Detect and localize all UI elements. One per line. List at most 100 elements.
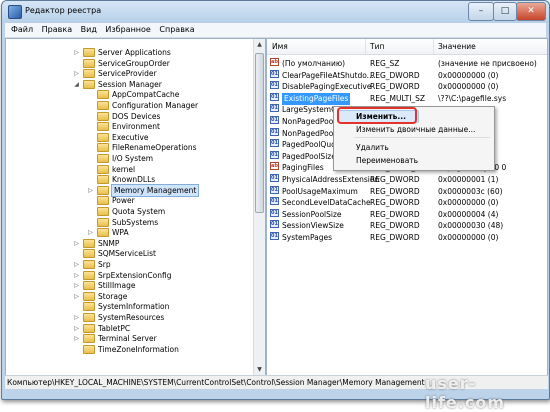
tree-expander-icon[interactable] bbox=[73, 346, 80, 353]
registry-tree[interactable]: ▲ ▼ ▷ Server Applications ServiceGroupOrde… bbox=[5, 38, 266, 376]
scroll-down-arrow-icon[interactable]: ▼ bbox=[254, 364, 265, 375]
tree-node[interactable]: ▷ Srp bbox=[6, 259, 252, 270]
tree-expander-icon[interactable] bbox=[87, 155, 94, 162]
menu-edit[interactable]: Правка bbox=[42, 23, 72, 37]
value-row[interactable]: 01 SystemPages REG_DWORD 0x00000000 (0) bbox=[267, 232, 547, 244]
menu-help[interactable]: Справка bbox=[159, 23, 194, 37]
tree-node[interactable]: ▷ WPA bbox=[6, 227, 252, 238]
value-row[interactable]: 01 DisablePagingExecutive REG_DWORD 0x00000… bbox=[267, 81, 547, 93]
tree-node-label: Memory Management bbox=[110, 183, 200, 197]
tree-node[interactable]: Quota System bbox=[6, 206, 252, 217]
tree-node[interactable]: ▷ Server Applications bbox=[6, 47, 252, 58]
tree-expander-icon[interactable]: ▷ bbox=[73, 240, 80, 247]
value-type: REG_DWORD bbox=[370, 209, 420, 219]
tree-expander-icon[interactable]: ▷ bbox=[73, 49, 80, 56]
value-row[interactable]: 01 PoolUsageMaximum REG_DWORD 0x0000003c (6… bbox=[267, 185, 547, 198]
tree-expander-icon[interactable]: ▷ bbox=[73, 314, 80, 321]
column-header: Имя Тип Значение bbox=[267, 39, 547, 55]
tree-node[interactable]: TimeZoneInformation bbox=[6, 344, 252, 355]
column-type[interactable]: Тип bbox=[370, 39, 384, 54]
scroll-thumb[interactable] bbox=[255, 53, 264, 213]
tree-node[interactable]: FileRenameOperations bbox=[6, 142, 252, 153]
folder-icon bbox=[97, 164, 109, 174]
menu-file[interactable]: Файл bbox=[11, 23, 33, 37]
value-row[interactable]: 01 ClearPageFileAtShutdo... REG_DWORD 0x000… bbox=[267, 69, 547, 82]
tree-node[interactable]: ▷ Memory Management bbox=[6, 183, 252, 197]
menu-item-rename[interactable]: Переименовать bbox=[356, 155, 418, 166]
tree-expander-icon[interactable]: ▷ bbox=[87, 229, 94, 236]
values-list[interactable]: Имя Тип Значение ab (По умолчанию) REG_SZ(… bbox=[266, 38, 548, 376]
tree-node[interactable]: I/O System bbox=[6, 153, 252, 164]
tree-node[interactable]: SubSystems bbox=[6, 217, 252, 228]
maximize-button[interactable]: □ bbox=[493, 2, 517, 21]
menu-view[interactable]: Вид bbox=[81, 23, 97, 37]
folder-icon bbox=[97, 101, 109, 110]
value-row[interactable]: 01 SessionViewSize REG_DWORD 0x00000030 (48… bbox=[267, 220, 547, 232]
tree-expander-icon[interactable]: ▷ bbox=[87, 187, 94, 194]
tree-node[interactable]: kernel bbox=[6, 164, 252, 175]
tree-expander-icon[interactable]: ◢ bbox=[73, 81, 80, 88]
tree-node[interactable]: AppCompatCache bbox=[6, 89, 252, 100]
menu-item-modify-binary[interactable]: Изменить двоичные данные... bbox=[356, 124, 475, 135]
minimize-button[interactable]: – bbox=[468, 2, 494, 21]
tree-node[interactable]: Power bbox=[6, 195, 252, 206]
tree-scrollbar[interactable]: ▲ ▼ bbox=[253, 39, 265, 375]
tree-node[interactable]: Configuration Manager bbox=[6, 100, 252, 111]
tree-node[interactable]: ▷ SystemResources bbox=[6, 312, 252, 323]
tree-expander-icon[interactable] bbox=[87, 197, 94, 204]
tree-expander-icon[interactable] bbox=[87, 208, 94, 215]
tree-expander-icon[interactable] bbox=[87, 113, 94, 120]
tree-expander-icon[interactable]: ▷ bbox=[73, 70, 80, 77]
tree-expander-icon[interactable]: ▷ bbox=[73, 282, 80, 289]
tree-expander-icon[interactable] bbox=[87, 219, 94, 226]
tree-expander-icon[interactable] bbox=[87, 166, 94, 173]
tree-expander-icon[interactable]: ▷ bbox=[73, 272, 80, 279]
value-row[interactable]: ab (По умолчанию) REG_SZ (значение не присв… bbox=[267, 58, 547, 70]
tree-expander-icon[interactable] bbox=[73, 60, 80, 67]
tree-expander-icon[interactable] bbox=[87, 91, 94, 98]
tree-node[interactable]: ▷ Terminal Server bbox=[6, 333, 252, 344]
tree-expander-icon[interactable] bbox=[87, 176, 94, 183]
scroll-up-arrow-icon[interactable]: ▲ bbox=[254, 39, 265, 50]
tree-expander-icon[interactable] bbox=[87, 144, 94, 151]
tree-expander-icon[interactable] bbox=[87, 134, 94, 141]
tree-node[interactable]: SQMServiceList bbox=[6, 248, 252, 259]
tree-expander-icon[interactable] bbox=[73, 250, 80, 257]
column-name[interactable]: Имя bbox=[272, 39, 288, 54]
menu-favorites[interactable]: Избранное bbox=[105, 23, 150, 37]
tree-node[interactable]: Executive bbox=[6, 132, 252, 143]
column-data[interactable]: Значение bbox=[438, 39, 476, 54]
tree-node[interactable]: ▷ ServiceProvider bbox=[6, 68, 252, 79]
tree-node[interactable]: ▷ SNMP bbox=[6, 238, 252, 249]
value-row[interactable]: 01 SessionPoolSize REG_DWORD 0x00000004 (4) bbox=[267, 208, 547, 221]
tree-expander-icon[interactable]: ▷ bbox=[73, 335, 80, 342]
tree-node[interactable]: ◢ Session Manager bbox=[6, 79, 252, 90]
tree-expander-icon[interactable]: ▷ bbox=[73, 325, 80, 332]
tree-node[interactable]: ServiceGroupOrder bbox=[6, 58, 252, 69]
tree-expander-icon[interactable]: ▷ bbox=[73, 261, 80, 268]
tree-expander-icon[interactable] bbox=[87, 102, 94, 109]
tree-node[interactable]: ▷ Storage bbox=[6, 291, 252, 302]
menu-item-delete[interactable]: Удалить bbox=[356, 142, 389, 153]
tree-node[interactable]: SystemInformation bbox=[6, 301, 252, 312]
title-bar[interactable]: Редактор реестра – □ ✕ bbox=[2, 1, 549, 23]
value-row[interactable]: 01 PhysicalAddressExtension REG_DWORD 0x000… bbox=[267, 174, 547, 186]
tree-node[interactable]: KnownDLLs bbox=[6, 174, 252, 185]
tree-expander-icon[interactable] bbox=[87, 123, 94, 130]
tree-node[interactable]: DOS Devices bbox=[6, 111, 252, 122]
value-type: REG_DWORD bbox=[370, 233, 420, 242]
close-button[interactable]: ✕ bbox=[516, 2, 546, 21]
tree-expander-icon[interactable]: ▷ bbox=[73, 293, 80, 300]
value-row[interactable]: 01 SecondLevelDataCache REG_DWORD 0x0000000… bbox=[267, 197, 547, 209]
folder-icon bbox=[83, 291, 95, 301]
value-name: PoolUsageMaximum bbox=[282, 186, 358, 196]
window-title: Редактор реестра bbox=[25, 6, 102, 15]
tree-node[interactable]: ▷ TabletPC bbox=[6, 323, 252, 334]
tree-expander-icon[interactable] bbox=[73, 303, 80, 310]
tree-node[interactable]: ▷ SrpExtensionConfig bbox=[6, 270, 252, 281]
tree-node[interactable]: ▷ StillImage bbox=[6, 280, 252, 291]
tree-node[interactable]: Environment bbox=[6, 121, 252, 132]
value-row[interactable]: 01 ExistingPageFiles REG_MULTI_SZ \??\C:\pa… bbox=[267, 92, 547, 105]
value-name: PhysicalAddressExtension bbox=[282, 175, 380, 184]
value-data: 0x00000000 (0) bbox=[438, 233, 499, 242]
